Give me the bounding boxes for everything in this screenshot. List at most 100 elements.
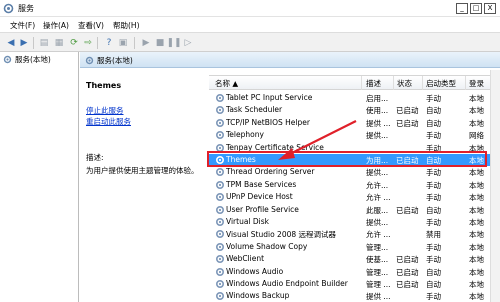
maximize-button[interactable]: □ (470, 3, 482, 14)
refresh-icon[interactable]: ⟳ (68, 37, 80, 49)
service-desc-cell: 此服... (366, 205, 389, 215)
service-name-cell: User Profile Service (226, 204, 299, 214)
service-startup-cell: 手动 (426, 242, 441, 252)
service-startup-cell: 自动 (426, 118, 441, 128)
service-row[interactable]: Task Scheduler 使用... 已启动 自动 本地 (209, 104, 500, 116)
description-text: 为用户提供使用主题管理的体验。 (86, 166, 199, 175)
service-startup-cell: 手动 (426, 193, 441, 203)
title-bar: 服务 _ □ X (0, 0, 500, 17)
service-status-cell: 已启动 (396, 255, 419, 265)
gear-icon (215, 292, 225, 301)
start-service-icon[interactable]: ▶ (140, 37, 152, 49)
service-name-heading: Themes (86, 81, 122, 90)
vertical-scrollbar[interactable] (490, 70, 500, 302)
minimize-button[interactable]: _ (456, 3, 468, 14)
service-name-cell: UPnP Device Host (226, 192, 293, 202)
service-status-cell: 已启动 (396, 106, 419, 116)
service-row[interactable]: Virtual Disk 提供... 手动 本地 (209, 216, 500, 228)
properties-icon[interactable]: ▦ (53, 37, 65, 49)
service-name-cell: Tablet PC Input Service (226, 93, 313, 102)
column-header-logon[interactable]: 登录 (469, 78, 484, 89)
pause-service-icon[interactable]: ❚❚ (166, 37, 181, 49)
gear-icon (215, 217, 225, 227)
export-list-icon[interactable]: ⇨ (82, 37, 94, 49)
back-arrow-icon[interactable]: ◀ (5, 37, 17, 49)
service-name-cell: TPM Base Services (226, 179, 297, 189)
service-startup-cell: 手动 (426, 292, 441, 302)
gear-icon (215, 93, 225, 103)
service-startup-cell: 手动 (426, 168, 441, 178)
restart-service-icon[interactable]: ▷ (182, 37, 194, 49)
service-startup-cell: 自动 (426, 267, 441, 277)
service-startup-cell: 手动 (426, 218, 441, 227)
column-header-startup-type[interactable]: 启动类型 (426, 78, 456, 89)
column-header-status[interactable]: 状态 (397, 78, 412, 89)
service-row[interactable]: UPnP Device Host 允许 ... 手动 本地 (209, 191, 500, 203)
service-desc-cell: 启用... (366, 94, 389, 103)
service-row[interactable]: Tablet PC Input Service 启用... 手动 本地 (209, 92, 500, 104)
column-header-row: 名称 ▲ 描述 状态 启动类型 登录 (209, 75, 500, 90)
menu-action[interactable]: 操作(A) (43, 20, 69, 31)
gear-icon (215, 106, 225, 115)
service-desc-cell: 管理... (366, 267, 389, 277)
tree-item-services-local[interactable]: 服务(本地) (3, 54, 51, 65)
toolbar-divider (97, 37, 98, 49)
service-desc-cell: 提供 ... (366, 118, 391, 128)
window-title: 服务 (18, 4, 34, 13)
gear-icon (215, 193, 225, 202)
menu-bar: 文件(F) 操作(A) 查看(V) 帮助(H) (0, 17, 500, 32)
service-row[interactable]: User Profile Service 此服... 已启动 自动 本地 (209, 204, 500, 216)
service-desc-cell: 提供... (366, 218, 389, 227)
menu-file[interactable]: 文件(F) (10, 20, 35, 31)
help-icon[interactable]: ? (103, 37, 115, 49)
gear-icon (215, 242, 225, 251)
service-desc-cell: 管理 ... (366, 280, 391, 289)
gear-icon (215, 168, 225, 177)
menu-help[interactable]: 帮助(H) (113, 20, 140, 31)
service-desc-cell: 使基... (366, 255, 389, 265)
service-startup-cell: 自动 (426, 280, 441, 289)
stop-service-link[interactable]: 停止此服务 (86, 105, 124, 116)
service-desc-cell: 使用... (366, 106, 389, 116)
panel-title-label: 服务(本地) (97, 56, 133, 65)
service-row[interactable]: Windows Backup 提供 ... 手动 本地 (209, 290, 500, 302)
restart-service-link[interactable]: 重启动此服务 (86, 116, 131, 127)
service-row[interactable]: Volume Shadow Copy 管理... 手动 本地 (209, 241, 500, 253)
service-desc-cell: 管理... (366, 242, 389, 252)
panel-title: 服务(本地) (85, 55, 133, 66)
service-startup-cell: 手动 (426, 255, 441, 265)
gear-icon (85, 56, 94, 65)
service-startup-cell: 自动 (426, 106, 441, 116)
service-row[interactable]: TPM Base Services 允许... 手动 本地 (209, 179, 500, 191)
gear-icon (215, 131, 225, 140)
column-divider (422, 76, 423, 90)
service-row[interactable]: WebClient 使基... 已启动 手动 本地 (209, 253, 500, 265)
service-name-cell: Windows Audio Endpoint Builder (226, 279, 348, 288)
service-desc-cell: 允许 ... (366, 193, 391, 203)
stop-service-icon[interactable]: ■ (154, 37, 166, 49)
gear-icon (215, 279, 225, 289)
toolbar: ◀ ▶ ▤ ▦ ⟳ ⇨ ? ▣ ▶ ■ ❚❚ ▷ (0, 32, 500, 52)
service-status-cell: 已启动 (396, 205, 419, 215)
forward-arrow-icon[interactable]: ▶ (18, 37, 30, 49)
service-row[interactable]: Thread Ordering Server 提供... 手动 本地 (209, 166, 500, 178)
panel-header: 服务(本地) (80, 52, 500, 68)
column-header-description[interactable]: 描述 (366, 78, 381, 89)
gear-icon (215, 180, 225, 189)
view-icon[interactable]: ▣ (117, 37, 129, 49)
column-divider (361, 76, 362, 90)
service-row[interactable]: Visual Studio 2008 远程调试器 允许 ... 禁用 本地 (209, 228, 500, 240)
console-tree-icon[interactable]: ▤ (38, 37, 50, 49)
service-name-cell: Volume Shadow Copy (226, 241, 308, 251)
column-header-name[interactable]: 名称 ▲ (215, 78, 238, 89)
close-button[interactable]: X (484, 3, 496, 14)
service-row[interactable]: Windows Audio Endpoint Builder 管理 ... 已启动自… (209, 278, 500, 290)
service-row[interactable]: Windows Audio 管理... 已启动 自动 本地 (209, 266, 500, 278)
sort-up-icon: ▲ (232, 79, 239, 88)
toolbar-divider (134, 37, 135, 49)
menu-view[interactable]: 查看(V) (78, 20, 104, 31)
toolbar-divider (33, 37, 34, 49)
console-tree: 服务(本地) (0, 52, 79, 302)
gear-icon (3, 55, 12, 64)
services-list: 名称 ▲ 描述 状态 启动类型 登录 Tablet PC Input Servi… (209, 70, 500, 302)
